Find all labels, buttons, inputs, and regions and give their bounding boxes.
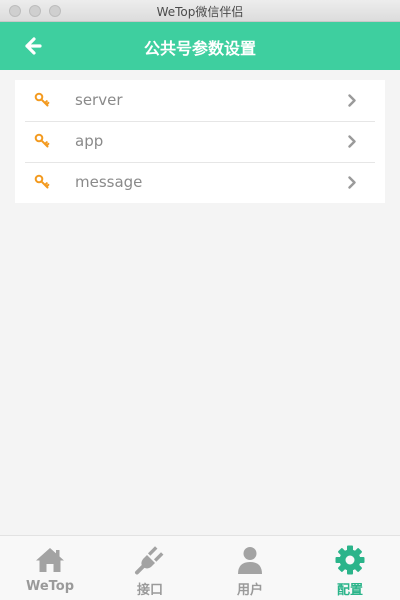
app-window: WeTop微信伴侣 公共号参数设置 server app message WeT… (0, 0, 400, 600)
window-title: WeTop微信伴侣 (156, 5, 244, 19)
tab-label: 用户 (236, 583, 263, 598)
chevron-right-icon (348, 176, 356, 189)
key-icon (34, 92, 50, 107)
key-icon (34, 133, 50, 148)
plug-icon (135, 546, 164, 575)
key-icon (34, 174, 50, 189)
settings-item-message[interactable]: message (15, 162, 385, 203)
page-header: 公共号参数设置 (0, 22, 400, 70)
window-titlebar: WeTop微信伴侣 (0, 0, 400, 22)
settings-item-app[interactable]: app (15, 121, 385, 162)
gear-icon (335, 545, 365, 575)
home-icon (36, 548, 64, 572)
settings-item-server[interactable]: server (15, 80, 385, 121)
tab-users[interactable]: 用户 (200, 536, 300, 600)
chevron-right-icon (348, 94, 356, 107)
tab-label: 接口 (136, 583, 163, 598)
settings-item-label: app (75, 132, 104, 150)
tab-config[interactable]: 配置 (300, 536, 400, 600)
settings-item-label: server (75, 91, 123, 109)
settings-item-label: message (75, 173, 143, 191)
user-icon (238, 547, 262, 574)
bottom-tab-bar: WeTop 接口 用户 配置 (0, 535, 400, 600)
tab-interface[interactable]: 接口 (100, 536, 200, 600)
tab-label: WeTop (25, 579, 75, 594)
tab-wetop[interactable]: WeTop (0, 536, 100, 600)
page-title: 公共号参数设置 (143, 39, 256, 58)
tab-label: 配置 (336, 583, 363, 598)
settings-list: server app message (15, 80, 385, 203)
chevron-right-icon (348, 135, 356, 148)
